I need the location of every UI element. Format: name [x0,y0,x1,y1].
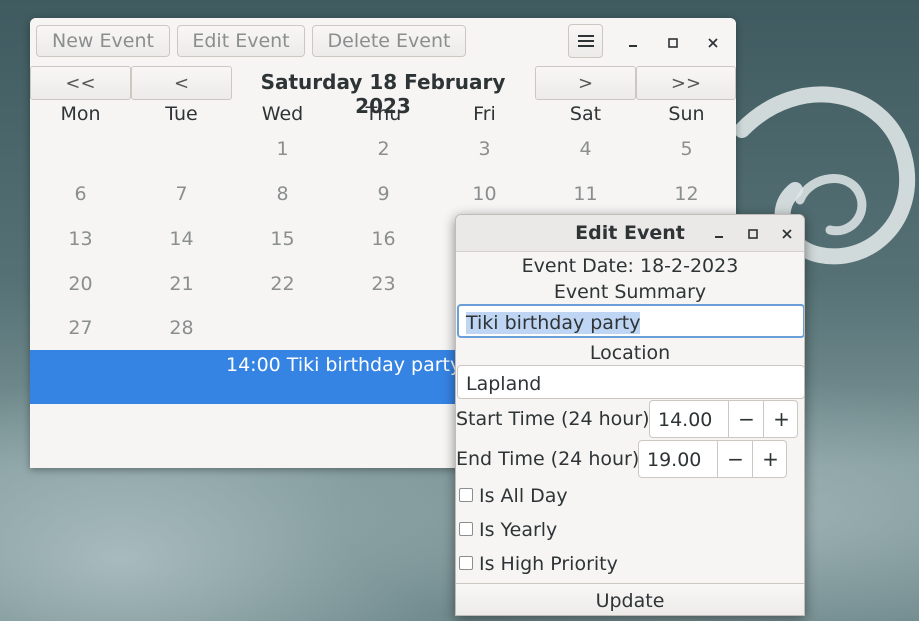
calendar-day[interactable]: 2 [333,138,434,160]
calendar-day[interactable]: 28 [131,317,232,339]
calendar-day[interactable]: 21 [131,273,232,295]
prev-year-button[interactable]: << [30,66,131,100]
dialog-minimize-button[interactable] [709,224,729,244]
start-time-label: Start Time (24 hour) [456,408,650,430]
yearly-label[interactable]: Is Yearly [479,519,557,541]
location-label: Location [589,342,671,364]
edit-event-button[interactable]: Edit Event [177,25,305,57]
calendar-day[interactable]: 7 [131,183,232,205]
calendar-day[interactable]: 14 [131,228,232,250]
end-time-decrement-button[interactable]: − [717,441,753,477]
end-time-value: 19.00 [647,449,702,471]
maximize-icon [668,38,678,48]
calendar-day[interactable]: 12 [636,183,736,205]
calendar-day[interactable]: 11 [535,183,636,205]
event-label: 14:00 Tiki birthday party [226,354,462,376]
calendar-day[interactable]: 16 [333,228,434,250]
next-month-button[interactable]: > [535,66,636,100]
all-day-checkbox[interactable] [459,488,473,502]
maximize-icon [748,229,758,239]
weekday-sat: Sat [569,103,602,125]
start-time-increment-button[interactable]: + [763,401,799,437]
calendar-day[interactable]: 20 [30,273,131,295]
event-date-label: Event Date: 18-2-2023 [521,255,739,277]
end-time-increment-button[interactable]: + [752,441,788,477]
calendar-day[interactable]: 4 [535,138,636,160]
calendar-day[interactable]: 1 [232,138,333,160]
calendar-day[interactable]: 3 [434,138,535,160]
close-icon [782,229,792,239]
weekday-wed: Wed [261,103,304,125]
calendar-day[interactable]: 23 [333,273,434,295]
new-event-button[interactable]: New Event [36,25,170,57]
calendar-day[interactable]: 27 [30,317,131,339]
weekday-thu: Thu [365,103,402,125]
dialog-header: Edit Event [456,215,804,252]
maximize-button[interactable] [660,30,686,56]
end-time-label: End Time (24 hour) [456,448,640,470]
weekday-fri: Fri [473,103,496,125]
all-day-label[interactable]: Is All Day [479,485,568,507]
calendar-day[interactable]: 6 [30,183,131,205]
header-bar: New Event Edit Event Delete Event [30,18,736,66]
next-year-button[interactable]: >> [636,66,736,100]
minimize-button[interactable] [620,30,646,56]
calendar-day[interactable]: 22 [232,273,333,295]
calendar-day[interactable]: 10 [434,183,535,205]
calendar-day[interactable]: 13 [30,228,131,250]
edit-event-dialog: Edit Event Event Date: 18-2-2023 Event S… [455,214,805,616]
end-time-spinner[interactable]: 19.00 − + [638,440,787,478]
weekday-tue: Tue [165,103,198,125]
dialog-maximize-button[interactable] [743,224,763,244]
location-input[interactable]: Lapland [457,365,804,399]
delete-event-button[interactable]: Delete Event [312,25,466,57]
close-icon [708,38,718,48]
calendar-day[interactable]: 8 [232,183,333,205]
summary-input[interactable]: Tiki birthday party [457,304,804,338]
location-value: Lapland [466,373,542,395]
high-priority-checkbox[interactable] [459,556,473,570]
start-time-spinner[interactable]: 14.00 − + [649,400,798,438]
dialog-close-button[interactable] [777,224,797,244]
hamburger-icon [577,35,594,47]
update-button[interactable]: Update [456,583,804,615]
calendar-day[interactable]: 9 [333,183,434,205]
prev-month-button[interactable]: < [131,66,232,100]
summary-label: Event Summary [553,281,707,303]
calendar-day[interactable]: 15 [232,228,333,250]
weekday-sun: Sun [668,103,705,125]
minimize-icon [629,45,637,47]
yearly-checkbox[interactable] [459,522,473,536]
summary-value: Tiki birthday party [466,312,641,334]
weekday-mon: Mon [60,103,101,125]
start-time-decrement-button[interactable]: − [728,401,764,437]
calendar-day[interactable]: 5 [636,138,736,160]
close-button[interactable] [700,30,726,56]
menu-button[interactable] [568,24,603,58]
start-time-value: 14.00 [658,409,713,431]
minimize-icon [715,236,723,238]
high-priority-label[interactable]: Is High Priority [479,553,618,575]
